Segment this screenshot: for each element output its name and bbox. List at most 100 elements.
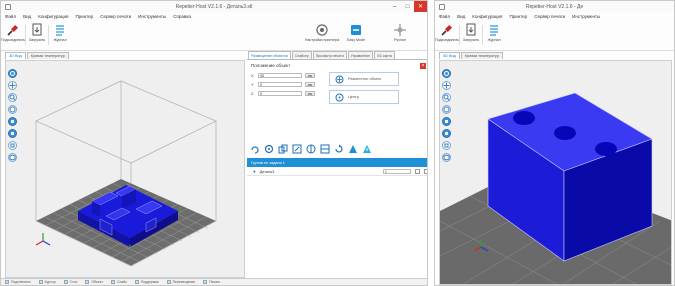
y-position-row: Y 0 мм — [251, 82, 315, 87]
status-item[interactable]: Подключено — [5, 280, 31, 284]
tab-object-placement[interactable]: Размещение объектов — [248, 51, 291, 59]
maximize-button[interactable]: □ — [401, 1, 414, 12]
object-checkbox[interactable] — [415, 169, 420, 174]
view-wireframe-button[interactable] — [442, 153, 451, 162]
menu-print-server[interactable]: Сервер печати — [100, 14, 131, 19]
toolbar-second: Подсоединить Загрузить Журнал — [435, 21, 674, 51]
menu-file[interactable]: Файл — [5, 14, 16, 19]
minimize-button[interactable]: – — [388, 1, 401, 12]
printer-settings-button[interactable]: Настройки принтера — [305, 23, 339, 42]
view-wireframe-button[interactable] — [8, 153, 17, 162]
connect-button[interactable]: Подсоединить — [1, 23, 25, 42]
status-item[interactable]: Курсор — [38, 280, 56, 284]
warning-tool-button[interactable] — [361, 143, 372, 154]
y-position-input[interactable]: 0 — [258, 82, 302, 87]
undo-icon — [250, 145, 259, 154]
view-fit-button[interactable] — [442, 105, 451, 114]
status-item[interactable]: Слайс — [110, 280, 127, 284]
tab-manual-control[interactable]: Управление — [347, 51, 374, 59]
menu-config[interactable]: Конфигурация — [38, 14, 68, 19]
menu-printer[interactable]: Принтер — [509, 14, 527, 19]
3d-viewport-second[interactable] — [439, 60, 672, 285]
3d-viewport[interactable] — [5, 60, 245, 278]
view-tools-second — [442, 69, 451, 162]
object-copies-input[interactable]: 1 — [383, 169, 411, 174]
z-position-input[interactable]: 0 — [258, 91, 302, 96]
move-icon — [9, 82, 16, 89]
close-button[interactable]: ✕ — [414, 1, 427, 12]
tab-temperature-curve[interactable]: Кривая температур — [460, 52, 503, 59]
tab-3d-view[interactable]: 3D Вид — [439, 52, 460, 59]
fit-view-icon — [443, 106, 450, 113]
support-tool-button[interactable] — [347, 143, 358, 154]
view-zoom-button[interactable] — [8, 93, 17, 102]
copy-tool-button[interactable] — [277, 143, 288, 154]
undo-tool-button[interactable] — [249, 143, 260, 154]
object-list-item[interactable]: ● Деталь3 1 — [247, 168, 427, 176]
wireframe-icon — [9, 154, 16, 161]
tab-3d-view[interactable]: 3D Вид — [5, 52, 26, 59]
scale-tool-button[interactable] — [291, 143, 302, 154]
move-icon — [443, 82, 450, 89]
menu-tools[interactable]: Инструменты — [138, 14, 166, 19]
y-unit: мм — [305, 82, 315, 87]
object-group-label: Группа не задана 1 — [251, 160, 285, 165]
view-rotate-button[interactable] — [8, 69, 17, 78]
load-icon — [466, 23, 476, 36]
z-axis-label: Z — [251, 91, 254, 96]
view-move-button[interactable] — [8, 81, 17, 90]
view-zoom-button[interactable] — [442, 93, 451, 102]
view-top-button[interactable] — [8, 129, 17, 138]
z-position-row: Z 0 мм — [251, 91, 315, 96]
status-bar: Подключено Курсор Стол Объект Слайс Подд… — [1, 278, 427, 285]
load-button[interactable]: Загрузить — [28, 23, 46, 42]
load-button[interactable]: Загрузить — [462, 23, 480, 42]
panel-close-button[interactable]: × — [420, 63, 426, 69]
z-unit: мм — [305, 91, 315, 96]
menu-view[interactable]: Вид — [457, 14, 465, 19]
easy-mode-button[interactable]: Easy Mode — [347, 23, 365, 42]
cut-icon — [320, 144, 329, 153]
menu-view[interactable]: Вид — [23, 14, 31, 19]
menu-print-server[interactable]: Сервер печати — [534, 14, 565, 19]
log-button[interactable]: Журнал — [51, 23, 69, 42]
tab-slicer[interactable]: Слайсер — [291, 51, 312, 59]
place-object-button[interactable]: Разместить объект — [329, 72, 399, 86]
view-move-button[interactable] — [442, 81, 451, 90]
menu-tools[interactable]: Инструменты — [572, 14, 600, 19]
center-object-button[interactable]: Центр — [329, 90, 399, 104]
view-rotate-button[interactable] — [442, 69, 451, 78]
tab-print-preview[interactable]: Просмотр печати — [312, 51, 347, 59]
view-front-button[interactable] — [8, 117, 17, 126]
view-tabs: 3D Вид Кривая температур — [5, 52, 69, 59]
x-position-input[interactable]: 95 — [258, 73, 302, 78]
view-front-button[interactable] — [442, 117, 451, 126]
view-side-button[interactable] — [8, 141, 17, 150]
mirror-tool-button[interactable] — [305, 143, 316, 154]
view-fit-button[interactable] — [8, 105, 17, 114]
status-item[interactable]: Объект — [85, 280, 103, 284]
cut-tool-button[interactable] — [319, 143, 330, 154]
log-button[interactable]: Журнал — [485, 23, 503, 42]
status-item[interactable]: Печать — [203, 280, 220, 284]
view-top-button[interactable] — [442, 129, 451, 138]
view-side-button[interactable] — [442, 141, 451, 150]
object-group-header[interactable]: Группа не задана 1 — [247, 158, 427, 167]
tab-sd-card[interactable]: SD карта — [374, 51, 395, 59]
rotate-tool-button[interactable] — [263, 143, 274, 154]
menu-file[interactable]: Файл — [439, 14, 450, 19]
rotate-free-tool-button[interactable] — [333, 143, 344, 154]
manual-control-button[interactable]: Ручное — [391, 23, 409, 42]
menu-config[interactable]: Конфигурация — [472, 14, 502, 19]
tab-temperature-curve[interactable]: Кривая температур — [26, 52, 69, 59]
menu-help[interactable]: Справка — [173, 14, 191, 19]
status-item[interactable]: Перемещение — [166, 280, 195, 284]
visibility-icon[interactable]: ● — [253, 169, 256, 174]
rotate-free-icon — [334, 144, 343, 153]
status-item[interactable]: Стол — [63, 280, 77, 284]
status-item[interactable]: Поддержка — [134, 280, 159, 284]
connect-button[interactable]: Подсоединить — [435, 23, 459, 42]
menu-printer[interactable]: Принтер — [75, 14, 93, 19]
rotate-object-icon — [264, 144, 273, 153]
object-delete-button[interactable] — [424, 169, 427, 174]
